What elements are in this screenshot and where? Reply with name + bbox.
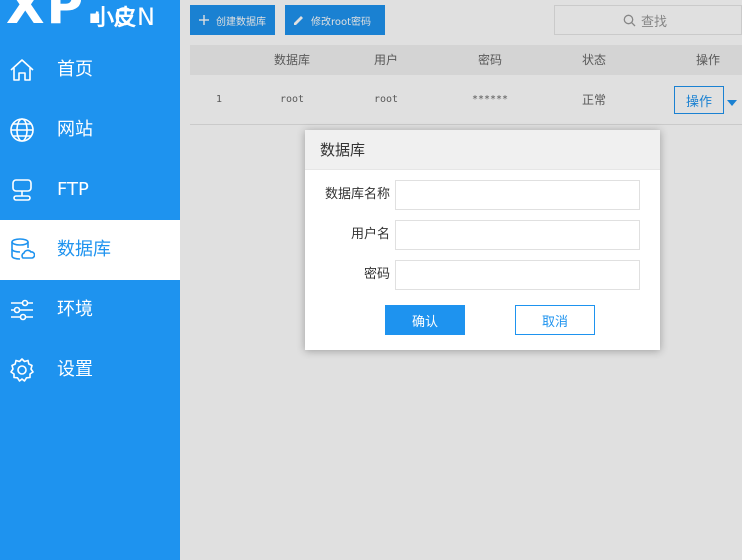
app-logo: XP. CN: [6, 0, 161, 34]
sidebar-item-label: FTP: [57, 179, 89, 200]
password-input[interactable]: [395, 260, 640, 290]
database-icon: [9, 237, 35, 263]
username-input[interactable]: [395, 220, 640, 250]
cancel-button[interactable]: 取消: [515, 305, 595, 335]
sidebar-item-home[interactable]: 首页: [0, 40, 180, 100]
sidebar-item-settings[interactable]: 设置: [0, 340, 180, 400]
sidebar-item-label: 首页: [57, 59, 93, 80]
gear-icon: [9, 357, 35, 383]
sidebar-item-label: 数据库: [57, 239, 111, 260]
sidebar: XP. CN 小皮 首页 网站 FTP 数据库 环境 设置: [0, 0, 180, 560]
modal-header: 数据库: [305, 130, 660, 170]
database-name-label: 数据库名称: [324, 187, 390, 202]
sidebar-item-label: 设置: [57, 359, 93, 380]
sidebar-item-label: 网站: [57, 119, 93, 140]
home-icon: [9, 57, 35, 83]
sidebar-item-environment[interactable]: 环境: [0, 280, 180, 340]
globe-icon: [9, 117, 35, 143]
password-label: 密码: [363, 267, 390, 282]
database-modal: 数据库 数据库名称 用户名 密码 确认 取消: [305, 130, 660, 350]
database-name-input[interactable]: [395, 180, 640, 210]
logo-main-text: XP: [6, 0, 86, 35]
modal-title: 数据库: [320, 141, 366, 159]
sidebar-item-website[interactable]: 网站: [0, 100, 180, 160]
sidebar-item-ftp[interactable]: FTP: [0, 160, 180, 220]
server-icon: [9, 177, 35, 203]
logo-cjk-text: 小皮: [92, 6, 137, 31]
sidebar-item-database[interactable]: 数据库: [0, 220, 180, 280]
username-label: 用户名: [350, 227, 390, 242]
sliders-icon: [9, 297, 35, 323]
sidebar-item-label: 环境: [57, 299, 93, 320]
confirm-button[interactable]: 确认: [385, 305, 465, 335]
